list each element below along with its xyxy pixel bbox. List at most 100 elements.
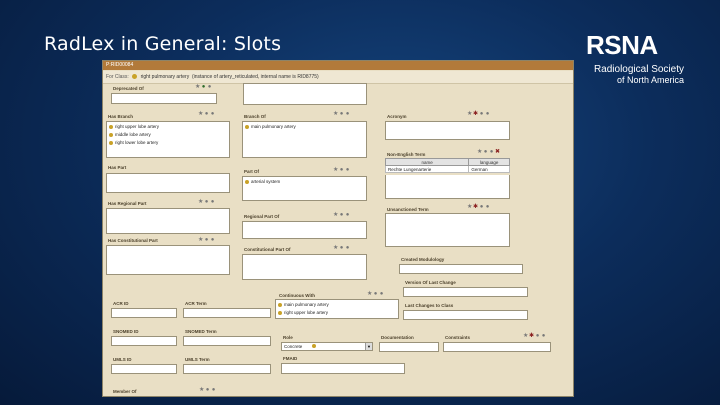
documentation-field[interactable]: [379, 342, 439, 352]
deprecated-field[interactable]: [111, 93, 217, 104]
umls-id-label: UMLS ID: [113, 357, 132, 362]
umls-id-field[interactable]: [111, 364, 177, 374]
protege-class-form: P:RID00084 For Class: right pulmonary ar…: [102, 60, 574, 397]
snomed-id-label: SNOMED ID: [113, 329, 139, 334]
remove-icon[interactable]: ●: [345, 167, 351, 173]
fmaid-field[interactable]: [281, 363, 405, 374]
cell-name: Rechte Lungenarterie: [384, 165, 470, 173]
constraints-field[interactable]: [443, 342, 551, 352]
continuous-with-label: Continuous With: [279, 293, 315, 298]
has-branch-label: Has Branch: [108, 114, 134, 119]
header-extra: (instance of artery_reticulated, interna…: [191, 74, 319, 80]
remove-icon[interactable]: ●: [210, 199, 216, 205]
constraints-icons: ★✱●●: [523, 332, 547, 339]
list-item[interactable]: arterial system: [245, 178, 364, 186]
umls-term-field[interactable]: [183, 364, 271, 374]
regional-part-of-icons: ★●●: [333, 211, 351, 218]
acr-term-field[interactable]: [183, 308, 271, 318]
constitutional-part-of-icons: ★●●: [333, 244, 351, 251]
instance-icon: [278, 302, 282, 307]
deprecated-label: Deprecated Of: [113, 86, 144, 91]
remove-icon[interactable]: ●: [485, 111, 491, 117]
logo-wordmark: RSNA: [586, 30, 658, 60]
documentation-label: Documentation: [381, 335, 414, 340]
non-english-icons: ★●●✖: [477, 148, 501, 155]
has-constitutional-part-label: Has Constitutional Part: [108, 238, 158, 243]
umls-term-label: UMLS Term: [185, 357, 210, 362]
rsna-logo: RSNA Radiological Society of North Ameri…: [586, 30, 686, 85]
member-of-icons: ★●●: [199, 386, 217, 393]
part-of-icons: ★●●: [333, 166, 351, 173]
has-regional-part-list[interactable]: [106, 208, 230, 234]
instance-icon: [109, 132, 113, 137]
acr-term-label: ACR Term: [185, 301, 207, 306]
list-item[interactable]: middle lobe artery: [109, 131, 227, 139]
acr-id-field[interactable]: [111, 308, 177, 318]
last-changes-field[interactable]: [403, 310, 528, 320]
list-item[interactable]: right lower lobe artery: [109, 139, 227, 147]
list-item[interactable]: main pulmonary artery: [278, 301, 396, 309]
continuous-with-list[interactable]: main pulmonary artery right upper lobe a…: [275, 299, 399, 319]
has-regional-part-icons: ★●●: [198, 198, 216, 205]
snomed-term-field[interactable]: [183, 336, 271, 346]
list-item[interactable]: main pulmonary artery: [245, 123, 364, 131]
acronym-list[interactable]: [385, 121, 510, 140]
has-branch-list[interactable]: right upper lobe artery middle lobe arte…: [106, 121, 230, 158]
middle-top-field[interactable]: [243, 83, 367, 105]
part-of-list[interactable]: arterial system: [242, 176, 367, 201]
unsanctioned-list[interactable]: [385, 213, 510, 247]
remove-icon[interactable]: ●: [379, 291, 385, 297]
has-constitutional-part-icons: ★●●: [198, 236, 216, 243]
has-branch-icons: ★●●: [198, 110, 216, 117]
column-header-name[interactable]: name: [384, 158, 470, 166]
remove-icon[interactable]: ●: [485, 204, 491, 210]
remove-icon[interactable]: ●: [345, 245, 351, 251]
has-part-label: Has Part: [108, 165, 127, 170]
member-of-label: Member Of: [113, 389, 137, 394]
unsanctioned-icons: ★✱●●: [467, 203, 491, 210]
non-english-table[interactable]: name language Rechte Lungenarterie Germa…: [384, 158, 510, 173]
has-regional-part-label: Has Regional Part: [108, 201, 147, 206]
list-item[interactable]: right upper lobe artery: [278, 309, 396, 317]
acr-id-label: ACR ID: [113, 301, 129, 306]
acronym-icons: ★✱●●: [467, 110, 491, 117]
delete-icon[interactable]: ✖: [495, 148, 501, 155]
table-row[interactable]: Rechte Lungenarterie German: [384, 165, 510, 173]
has-part-list[interactable]: [106, 173, 230, 193]
has-constitutional-part-list[interactable]: [106, 245, 230, 275]
snomed-id-field[interactable]: [111, 336, 177, 346]
constitutional-part-of-list[interactable]: [242, 254, 367, 280]
cell-language: German: [468, 165, 510, 173]
remove-icon[interactable]: ●: [345, 111, 351, 117]
logo-line1: Radiological Society: [593, 64, 684, 75]
remove-icon[interactable]: ●: [541, 333, 547, 339]
non-english-label: Non-English Term: [387, 152, 426, 157]
instance-icon: [109, 140, 113, 145]
snomed-term-label: SNOMED Term: [185, 329, 217, 334]
remove-icon[interactable]: ●: [210, 111, 216, 117]
instance-icon: [109, 124, 113, 129]
instance-icon: [245, 124, 249, 129]
remove-icon[interactable]: ●: [207, 84, 213, 90]
list-item[interactable]: right upper lobe artery: [109, 123, 227, 131]
chevron-down-icon[interactable]: ▼: [365, 343, 372, 350]
constitutional-part-of-label: Constitutional Part Of: [244, 247, 291, 252]
acronym-label: Acronym: [387, 114, 407, 119]
instance-icon: [245, 179, 249, 184]
header-class-value: right pulmonary artery: [140, 74, 190, 80]
logo-line2: of North America: [616, 75, 684, 85]
version-last-change-field[interactable]: [403, 287, 528, 297]
role-label: Role: [283, 335, 293, 340]
version-last-change-label: Version Of Last Change: [405, 280, 456, 285]
branch-of-list[interactable]: main pulmonary artery: [242, 121, 367, 158]
column-header-language[interactable]: language: [468, 158, 510, 166]
remove-icon[interactable]: ●: [210, 237, 216, 243]
role-select[interactable]: Concrete ▼: [281, 342, 373, 351]
header-label: For Class:: [106, 74, 129, 80]
remove-icon[interactable]: ●: [345, 212, 351, 218]
created-mod-field[interactable]: [399, 264, 523, 274]
remove-icon[interactable]: ●: [211, 387, 217, 393]
role-value: Concrete: [284, 344, 303, 349]
regional-part-of-list[interactable]: [242, 221, 367, 239]
role-instance-icon: [312, 344, 316, 348]
